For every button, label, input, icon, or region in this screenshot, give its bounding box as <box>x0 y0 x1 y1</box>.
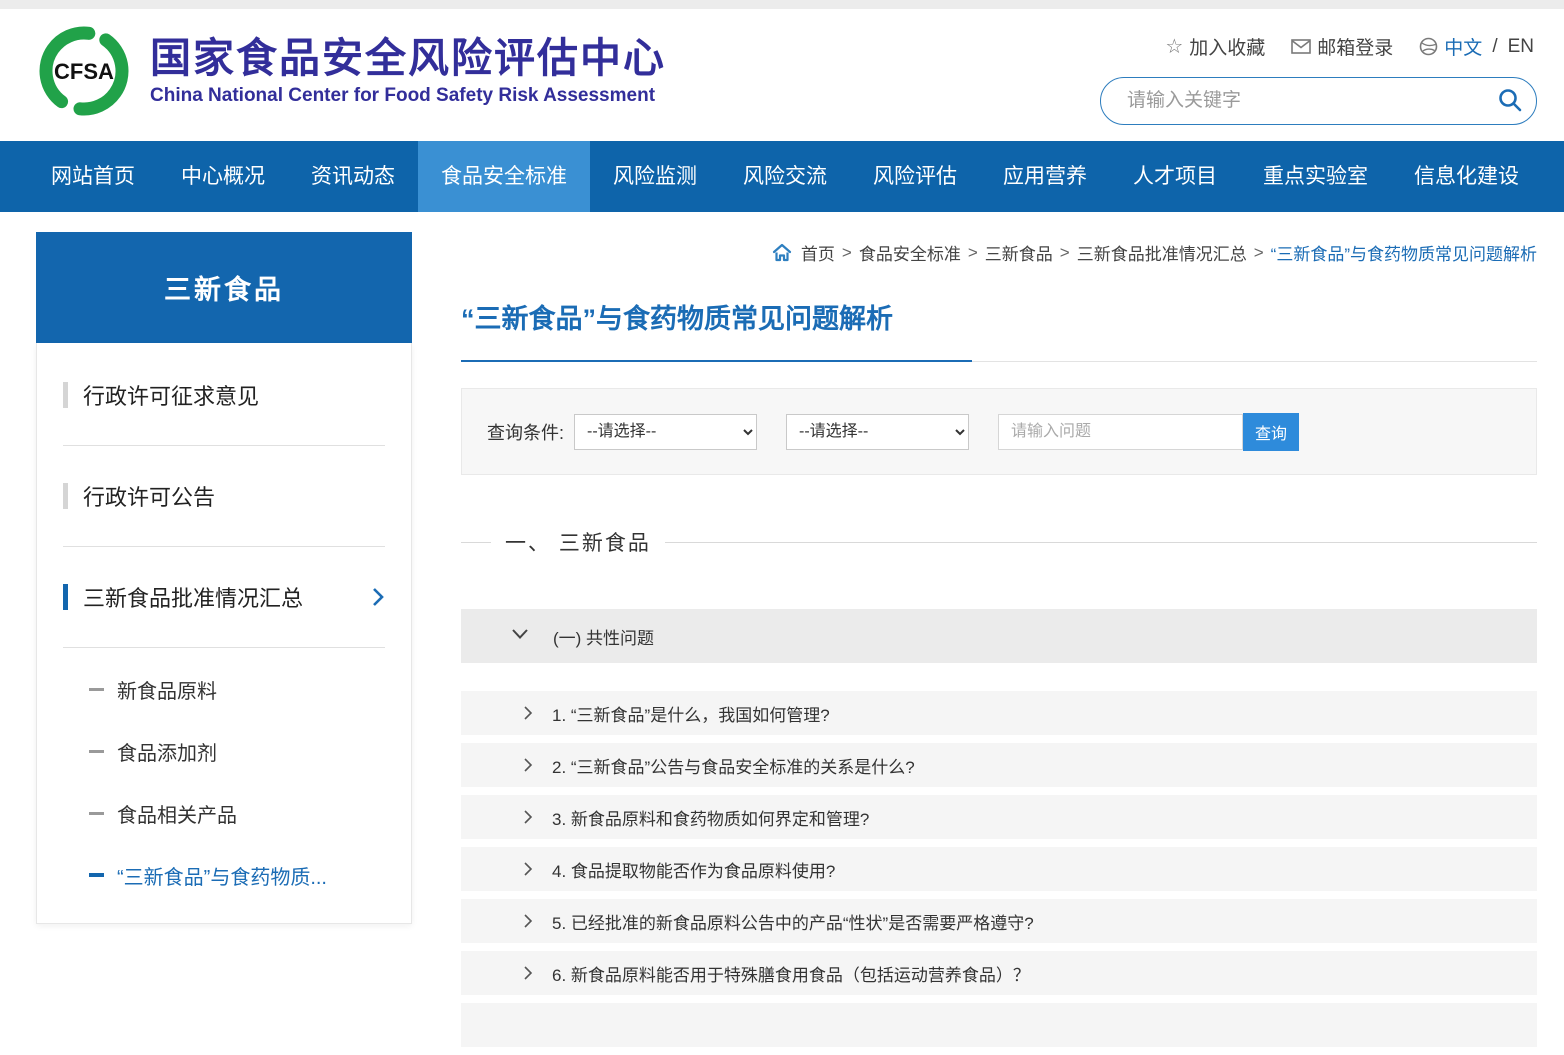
sidebar: 三新食品 行政许可征求意见 行政许可公告 三新食品批准情况汇总 新食品原料 食品… <box>36 232 412 924</box>
nav-item-food-safety-standards[interactable]: 食品安全标准 <box>418 141 590 212</box>
header-utils: ☆ 加入收藏 邮箱登录 中文 / EN <box>1147 33 1534 60</box>
magnifier-icon <box>1497 87 1523 116</box>
faq-row-4[interactable]: 4. 食品提取物能否作为食品原料使用? <box>461 847 1537 891</box>
site-search-input[interactable] <box>1101 90 1484 112</box>
lang-en-link[interactable]: EN <box>1508 36 1534 58</box>
dash-icon <box>89 688 104 691</box>
faq-row-2[interactable]: 2. “三新食品”公告与食品安全标准的关系是什么? <box>461 743 1537 787</box>
faq-row-partial[interactable] <box>461 1003 1537 1047</box>
sidebar-subitems: 新食品原料 食品添加剂 食品相关产品 “三新食品”与食药物质... <box>89 658 411 906</box>
mail-login-link[interactable]: 邮箱登录 <box>1291 33 1393 60</box>
sidebar-subitem-new-food-materials[interactable]: 新食品原料 <box>89 658 411 720</box>
faq-row-1[interactable]: 1. “三新食品”是什么，我国如何管理? <box>461 691 1537 735</box>
item-marker <box>63 382 68 408</box>
item-marker <box>63 584 68 610</box>
dash-icon <box>89 750 104 753</box>
language-switch[interactable]: 中文 / EN <box>1419 33 1534 60</box>
faq-row-3[interactable]: 3. 新食品原料和食药物质如何界定和管理? <box>461 795 1537 839</box>
faq-list: 1. “三新食品”是什么，我国如何管理? 2. “三新食品”公告与食品安全标准的… <box>461 691 1537 1047</box>
dash-icon <box>89 873 104 877</box>
envelope-icon <box>1291 39 1311 54</box>
lang-separator: / <box>1492 36 1497 58</box>
site-header: CFSA 国家食品安全风险评估中心 China National Center … <box>0 9 1564 141</box>
chevron-right-icon <box>523 965 533 981</box>
section-heading-text: 一、 三新食品 <box>491 527 665 557</box>
nav-item-applied-nutrition[interactable]: 应用营养 <box>980 141 1110 212</box>
cfsa-logo-icon: CFSA <box>36 23 132 119</box>
query-subcategory-select[interactable]: --请选择-- <box>786 414 969 450</box>
breadcrumb-approval-summary[interactable]: 三新食品批准情况汇总 <box>1077 240 1247 265</box>
site-logo[interactable]: CFSA 国家食品安全风险评估中心 China National Center … <box>36 23 666 119</box>
nav-item-party-work[interactable]: 党群工作 <box>1542 141 1564 212</box>
chevron-right-icon <box>371 586 385 608</box>
mail-login-label: 邮箱登录 <box>1317 33 1393 60</box>
sidebar-item-approval-summary[interactable]: 三新食品批准情况汇总 <box>63 547 385 648</box>
breadcrumb-separator: > <box>1254 243 1264 263</box>
add-favorite-label: 加入收藏 <box>1189 33 1265 60</box>
sidebar-subitem-food-additives[interactable]: 食品添加剂 <box>89 720 411 782</box>
site-search <box>1100 77 1537 125</box>
nav-item-informatization[interactable]: 信息化建设 <box>1391 141 1542 212</box>
title-underline <box>461 360 1537 362</box>
sidebar-subitem-food-related-products[interactable]: 食品相关产品 <box>89 782 411 844</box>
nav-item-talent-programs[interactable]: 人才项目 <box>1110 141 1240 212</box>
query-submit-button[interactable]: 查询 <box>1243 413 1299 451</box>
site-subtitle: China National Center for Food Safety Ri… <box>150 85 666 107</box>
breadcrumb-current-page: “三新食品”与食药物质常见问题解析 <box>1271 240 1537 265</box>
breadcrumb-separator: > <box>842 243 852 263</box>
sidebar-item-permit-announcements[interactable]: 行政许可公告 <box>63 446 385 547</box>
breadcrumb: 首页 > 食品安全标准 > 三新食品 > 三新食品批准情况汇总 > “三新食品”… <box>461 240 1537 265</box>
site-title: 国家食品安全风险评估中心 <box>150 35 666 82</box>
add-favorite-link[interactable]: ☆ 加入收藏 <box>1165 33 1265 60</box>
breadcrumb-home[interactable]: 首页 <box>801 240 835 265</box>
sidebar-title: 三新食品 <box>36 232 412 343</box>
divider-line <box>461 542 491 543</box>
globe-icon <box>1419 37 1438 56</box>
sidebar-panel: 行政许可征求意见 行政许可公告 三新食品批准情况汇总 新食品原料 食品添加剂 <box>36 343 412 924</box>
chevron-right-icon <box>523 809 533 825</box>
faq-row-5[interactable]: 5. 已经批准的新食品原料公告中的产品“性状”是否需要严格遵守? <box>461 899 1537 943</box>
nav-item-risk-assessment[interactable]: 风险评估 <box>850 141 980 212</box>
query-panel: 查询条件: --请选择-- --请选择-- 查询 <box>461 388 1537 475</box>
page-title: “三新食品”与食药物质常见问题解析 <box>461 297 1537 336</box>
main-nav: 网站首页 中心概况 资讯动态 食品安全标准 风险监测 风险交流 风险评估 应用营… <box>0 141 1564 212</box>
query-category-select[interactable]: --请选择-- <box>574 414 757 450</box>
top-strip <box>0 0 1564 9</box>
lang-zh-link[interactable]: 中文 <box>1444 33 1482 60</box>
breadcrumb-separator: > <box>968 243 978 263</box>
house-icon <box>772 243 792 262</box>
query-question-input[interactable] <box>998 414 1243 450</box>
section-heading: 一、 三新食品 <box>461 527 1537 557</box>
chevron-down-icon <box>511 627 529 645</box>
chevron-right-icon <box>523 913 533 929</box>
sidebar-subitem-faq[interactable]: “三新食品”与食药物质... <box>89 844 411 906</box>
query-condition-label: 查询条件: <box>487 419 564 445</box>
item-marker <box>63 483 68 509</box>
site-search-button[interactable] <box>1484 78 1536 124</box>
nav-item-news[interactable]: 资讯动态 <box>288 141 418 212</box>
dash-icon <box>89 812 104 815</box>
chevron-right-icon <box>523 757 533 773</box>
nav-item-risk-communication[interactable]: 风险交流 <box>720 141 850 212</box>
svg-text:CFSA: CFSA <box>54 59 114 84</box>
breadcrumb-separator: > <box>1060 243 1070 263</box>
accordion-header-common-questions[interactable]: (一) 共性问题 <box>461 609 1537 663</box>
faq-row-6[interactable]: 6. 新食品原料能否用于特殊膳食用食品（包括运动营养食品）？ <box>461 951 1537 995</box>
divider-line <box>665 542 1537 543</box>
breadcrumb-food-safety-standards[interactable]: 食品安全标准 <box>859 240 961 265</box>
main-content: 首页 > 食品安全标准 > 三新食品 > 三新食品批准情况汇总 > “三新食品”… <box>461 232 1537 1055</box>
chevron-right-icon <box>523 861 533 877</box>
nav-item-home[interactable]: 网站首页 <box>28 141 158 212</box>
chevron-right-icon <box>523 705 533 721</box>
nav-item-risk-monitoring[interactable]: 风险监测 <box>590 141 720 212</box>
nav-item-key-laboratory[interactable]: 重点实验室 <box>1240 141 1391 212</box>
star-icon: ☆ <box>1165 34 1183 59</box>
breadcrumb-three-new-foods[interactable]: 三新食品 <box>985 240 1053 265</box>
sidebar-item-permit-comments[interactable]: 行政许可征求意见 <box>63 345 385 446</box>
nav-item-overview[interactable]: 中心概况 <box>158 141 288 212</box>
